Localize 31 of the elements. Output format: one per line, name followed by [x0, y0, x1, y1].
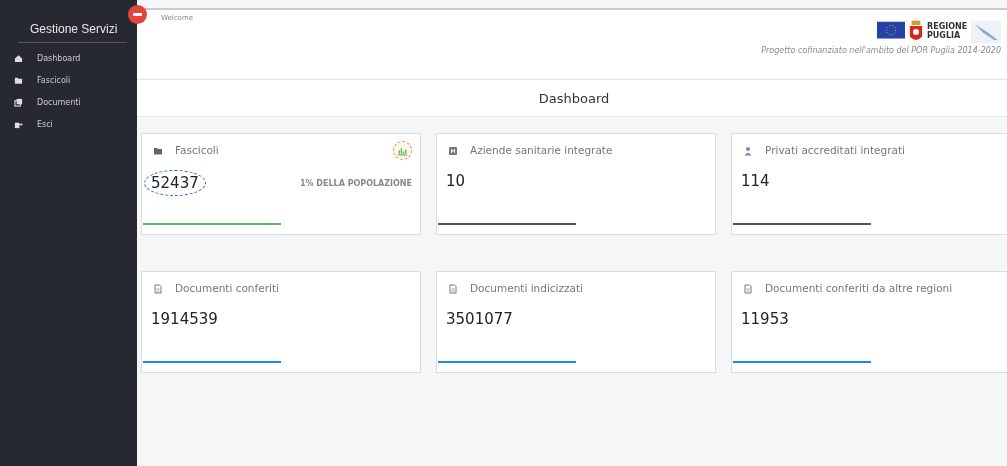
card-title: Documenti indicizzati: [470, 282, 584, 295]
card-value: 1914539: [150, 309, 219, 330]
caption-text: Progetto cofinanziato nell'ambito del POR Puglia 2014-2020: [761, 46, 1001, 55]
logo-text: REGIONE PUGLIA: [927, 23, 967, 41]
card-title: Documenti conferiti: [175, 282, 280, 295]
folder-icon: [153, 146, 163, 156]
document-icon: [448, 284, 458, 294]
page-title: Dashboard: [538, 90, 610, 106]
card-title: Fascicoli: [175, 144, 220, 157]
card-note: 1% DELLA POPOLAZIONE: [300, 178, 412, 188]
sidebar-item[interactable]: Dashboard: [0, 47, 137, 69]
card-title: Aziende sanitarie integrate: [470, 144, 614, 157]
card-value: 10: [445, 171, 467, 192]
bar-chart-icon: [397, 145, 408, 156]
app-title: Gestione Servizi: [29, 21, 119, 38]
person-icon: [743, 146, 753, 156]
folder-icon: [14, 75, 23, 85]
card-title: Privati accreditati integrati: [765, 144, 907, 157]
home-icon: [14, 53, 23, 63]
card-title: Documenti conferiti da altre regioni: [765, 282, 954, 295]
sidebar-item[interactable]: Esci: [0, 113, 137, 135]
sidebar-item[interactable]: Documenti: [0, 91, 137, 113]
card-value: 114: [740, 171, 771, 192]
sidebar-item[interactable]: Fascicoli: [0, 69, 137, 91]
document-icon: [153, 284, 163, 294]
document-icon: [743, 284, 753, 294]
documents-icon: [14, 97, 23, 107]
card-value: 3501077: [445, 309, 514, 330]
hospital-icon: [448, 146, 458, 156]
card-value: 11953: [740, 309, 790, 330]
map-icon: [971, 20, 1001, 44]
